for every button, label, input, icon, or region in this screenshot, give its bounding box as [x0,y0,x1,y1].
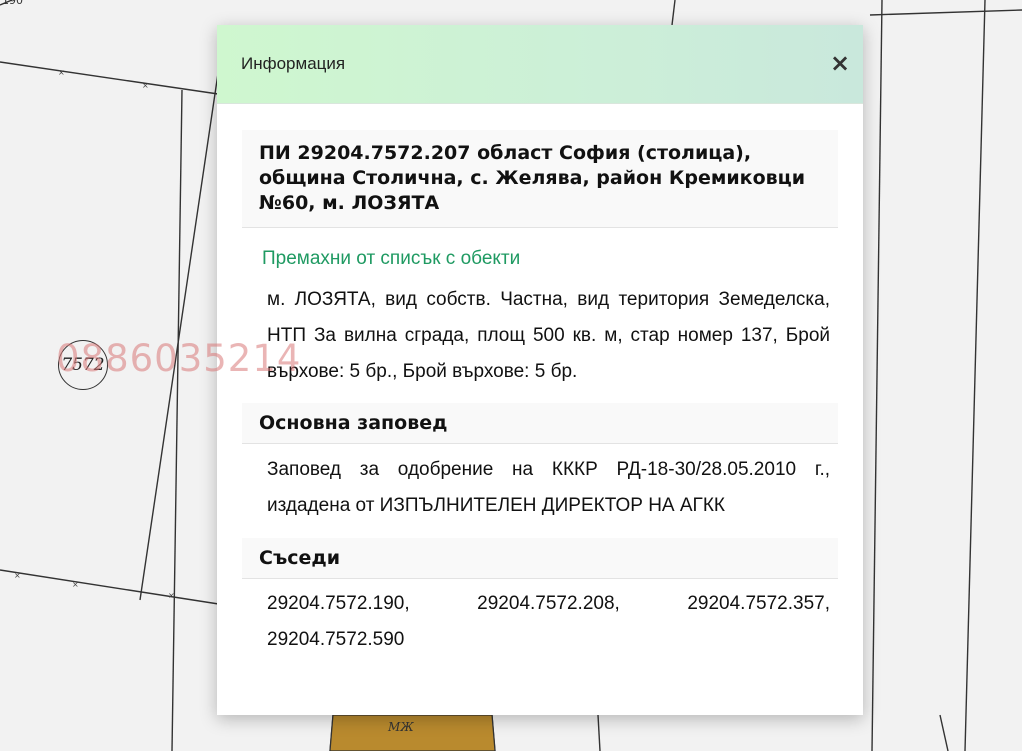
order-heading: Основна заповед [242,403,838,444]
svg-text:×: × [168,591,175,600]
dialog-body: ПИ 29204.7572.207 област София (столица)… [217,104,863,658]
dialog-title: Информация [241,54,346,73]
svg-text:×: × [58,68,65,77]
info-dialog: Информация × ПИ 29204.7572.207 област Со… [217,25,863,715]
svg-text:×: × [14,571,21,580]
close-icon[interactable]: × [829,49,851,77]
land-use-label: МЖ [388,720,414,734]
order-text: Заповед за одобрение на КККР РД-18-30/28… [267,459,830,516]
parcel-number-label[interactable]: 7572 [58,340,108,390]
svg-text:×: × [72,580,79,589]
property-title: ПИ 29204.7572.207 област София (столица)… [242,130,838,228]
property-description: м. ЛОЗЯТА, вид собств. Частна, вид терит… [267,289,830,382]
svg-text:×: × [142,81,149,90]
neighbors-list: 29204.7572.190, 29204.7572.208, 29204.75… [267,593,830,650]
parcel-number-corner: 190 [2,0,23,7]
neighbors-heading: Съседи [242,538,838,579]
remove-from-list-link[interactable]: Премахни от списък с обекти [262,248,838,270]
dialog-header: Информация × [217,25,863,104]
